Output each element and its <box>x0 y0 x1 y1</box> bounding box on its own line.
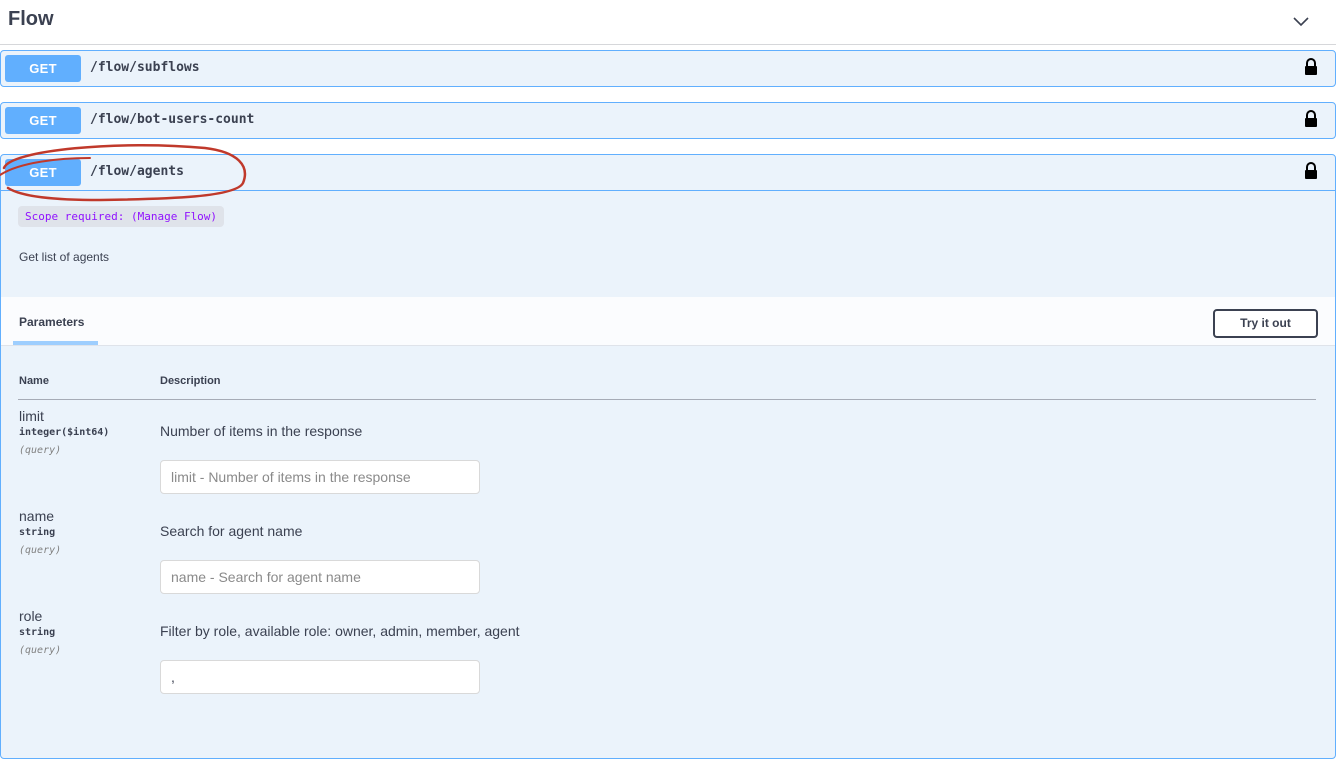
param-location: (query) <box>19 545 62 556</box>
param-location: (query) <box>19 645 62 656</box>
section-header-flow[interactable]: Flow <box>0 0 1336 45</box>
method-badge: GET <box>5 55 81 82</box>
operation-summary[interactable]: GET /flow/subflows <box>1 51 1335 86</box>
method-badge: GET <box>5 159 81 186</box>
param-name: role <box>19 608 43 624</box>
param-type: integer($int64) <box>19 427 110 438</box>
param-type: string <box>19 627 56 638</box>
operation-path: /flow/subflows <box>90 60 200 75</box>
param-description: Search for agent name <box>160 523 303 539</box>
lock-icon[interactable] <box>1303 161 1319 181</box>
param-location: (query) <box>19 445 62 456</box>
method-badge: GET <box>5 107 81 134</box>
lock-icon[interactable] <box>1303 57 1319 77</box>
operation-path: /flow/bot-users-count <box>90 112 255 127</box>
operation-bot-users-count[interactable]: GET /flow/bot-users-count <box>0 102 1336 139</box>
header-divider <box>18 399 1316 400</box>
param-description: Filter by role, available role: owner, a… <box>160 623 520 639</box>
lock-icon[interactable] <box>1303 109 1319 129</box>
operation-agents: GET /flow/agents Scope required: (Manage… <box>0 154 1336 759</box>
tab-parameters[interactable]: Parameters <box>19 315 84 329</box>
name-input[interactable] <box>160 560 480 594</box>
operation-summary[interactable]: GET /flow/agents <box>1 155 1335 191</box>
limit-input[interactable] <box>160 460 480 494</box>
chevron-down-icon[interactable] <box>1292 12 1310 30</box>
operation-summary[interactable]: GET /flow/bot-users-count <box>1 103 1335 138</box>
parameters-header: Parameters Try it out <box>1 297 1335 346</box>
column-header-name: Name <box>19 375 49 387</box>
section-title: Flow <box>8 8 54 30</box>
param-type: string <box>19 527 56 538</box>
operation-description: Get list of agents <box>19 250 110 264</box>
operation-subflows[interactable]: GET /flow/subflows <box>0 50 1336 87</box>
role-input[interactable] <box>160 660 480 694</box>
column-header-description: Description <box>160 375 221 387</box>
tab-active-indicator <box>13 341 98 345</box>
try-it-out-button[interactable]: Try it out <box>1213 309 1318 338</box>
param-description: Number of items in the response <box>160 423 363 439</box>
scope-tag: Scope required: (Manage Flow) <box>18 206 225 227</box>
param-name: name <box>19 508 55 524</box>
operation-path: /flow/agents <box>90 164 184 179</box>
param-name: limit <box>19 408 44 424</box>
